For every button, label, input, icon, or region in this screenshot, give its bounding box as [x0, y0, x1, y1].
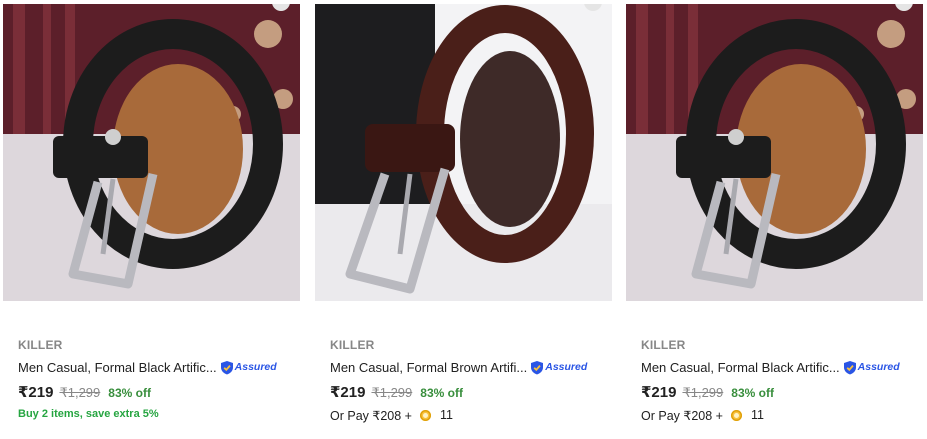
product-image[interactable]: [3, 4, 300, 301]
product-brand: KILLER: [641, 338, 686, 352]
selling-price: ₹219: [18, 384, 54, 401]
product-card-1[interactable]: KILLER Men Casual, Formal Black Artific.…: [3, 0, 301, 439]
discount-percent: 83% off: [108, 386, 151, 400]
belt-image: [315, 4, 612, 301]
coin-count: 11: [439, 408, 453, 422]
assured-label: Assured: [545, 361, 588, 373]
discount-percent: 83% off: [731, 386, 774, 400]
selling-price: ₹219: [330, 384, 366, 401]
product-brand: KILLER: [330, 338, 375, 352]
coin-count: 11: [750, 408, 764, 422]
assured-shield-icon: [531, 360, 544, 374]
pay-text: Or Pay ₹208 +: [641, 408, 723, 423]
assured-shield-icon: [220, 360, 233, 374]
product-image[interactable]: [626, 4, 923, 301]
product-image[interactable]: [315, 4, 612, 301]
product-title[interactable]: Men Casual, Formal Black Artific...: [18, 360, 217, 375]
assured-badge: Assured: [843, 360, 900, 375]
assured-label: Assured: [857, 361, 900, 373]
original-price: ₹1,299: [59, 385, 101, 400]
supercoin-pay-row: Or Pay ₹208 + 11: [641, 407, 924, 423]
product-card-2[interactable]: KILLER Men Casual, Formal Brown Artifi..…: [315, 0, 613, 439]
assured-badge: Assured: [220, 360, 277, 375]
product-title[interactable]: Men Casual, Formal Brown Artifi...: [330, 360, 527, 375]
supercoin-icon: [419, 409, 431, 421]
belt-image: [3, 4, 300, 301]
discount-percent: 83% off: [420, 386, 463, 400]
product-card-3[interactable]: KILLER Men Casual, Formal Black Artific.…: [626, 0, 924, 439]
pay-text: Or Pay ₹208 +: [330, 408, 412, 423]
product-grid: KILLER Men Casual, Formal Black Artific.…: [0, 0, 927, 439]
assured-badge: Assured: [530, 360, 587, 375]
belt-image: [626, 4, 923, 301]
product-title[interactable]: Men Casual, Formal Black Artific...: [641, 360, 840, 375]
supercoin-pay-row: Or Pay ₹208 + 11: [330, 407, 613, 423]
product-brand: KILLER: [18, 338, 63, 352]
original-price: ₹1,299: [371, 385, 413, 400]
selling-price: ₹219: [641, 384, 677, 401]
assured-shield-icon: [843, 360, 856, 374]
original-price: ₹1,299: [682, 385, 724, 400]
supercoin-icon: [730, 409, 742, 421]
assured-label: Assured: [234, 361, 277, 373]
bulk-offer-text: Buy 2 items, save extra 5%: [18, 408, 159, 420]
